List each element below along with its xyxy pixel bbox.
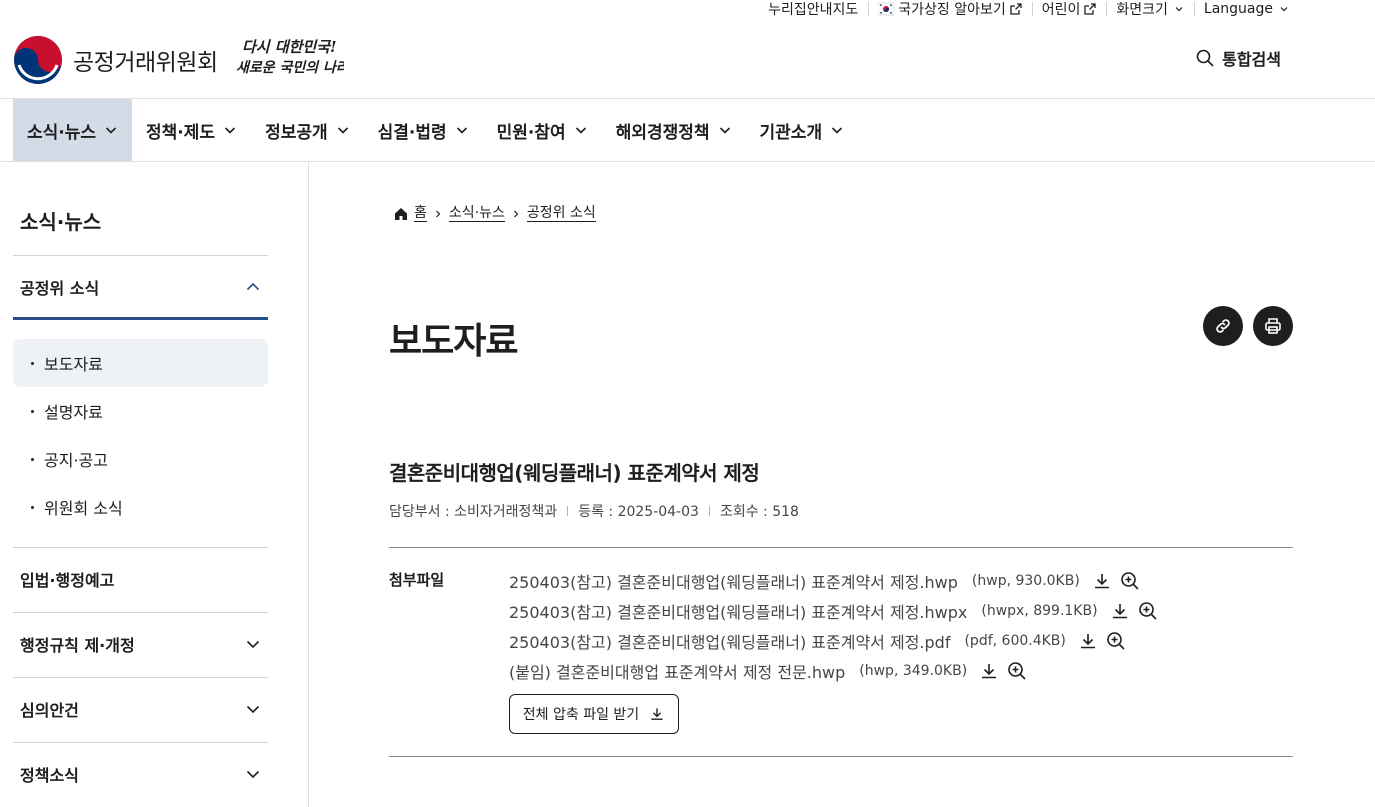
- sidebar-sub-explanation[interactable]: 설명자료: [13, 387, 268, 435]
- article-meta: 담당부서 : 소비자거래정책과 등록 : 2025-04-03 조회수 : 51…: [389, 501, 799, 521]
- sidebar-section-policy-news[interactable]: 정책소식: [13, 742, 268, 806]
- gnb-item-disclosure[interactable]: 정보공개: [251, 99, 364, 161]
- external-link-icon: [1010, 3, 1022, 15]
- search-icon: [1196, 49, 1214, 67]
- preview-zoom-icon[interactable]: [1120, 571, 1140, 591]
- link-icon: [1216, 319, 1230, 333]
- chevron-down-icon: [575, 127, 586, 134]
- article-title: 결혼준비대행업(웨딩플래너) 표준계약서 제정: [389, 461, 760, 485]
- article-department: 담당부서 : 소비자거래정책과: [389, 504, 558, 520]
- printer-icon: [1265, 318, 1281, 334]
- sidebar-title: 소식·뉴스: [20, 210, 102, 234]
- attachment-filename[interactable]: 250403(참고) 결혼준비대행업(웨딩플래너) 표준계약서 제정.hwpx: [509, 599, 967, 623]
- chevron-right-icon: [435, 210, 441, 217]
- chevron-up-icon: [246, 282, 260, 290]
- print-button[interactable]: [1253, 306, 1293, 346]
- national-symbols-link[interactable]: 국가상징 알아보기: [868, 0, 1032, 18]
- chevron-down-icon: [337, 127, 348, 134]
- external-link-icon: [1084, 3, 1097, 15]
- attachment-filename[interactable]: (붙임) 결혼준비대행업 표준계약서 제정 전문.hwp: [509, 659, 845, 683]
- preview-zoom-icon[interactable]: [1138, 601, 1158, 621]
- chevron-down-icon: [105, 127, 117, 134]
- screen-size-dropdown[interactable]: 화면크기: [1106, 0, 1194, 18]
- copy-link-button[interactable]: [1203, 306, 1243, 346]
- gnb-item-overseas-policy[interactable]: 해외경쟁정책: [602, 99, 746, 161]
- preview-zoom-icon[interactable]: [1106, 631, 1126, 651]
- slogan-calligraphy: 다시 대한민국! 새로운 국민의 나라: [236, 38, 344, 76]
- chevron-down-icon: [832, 127, 843, 134]
- article-views: 조회수 : 518: [719, 504, 799, 520]
- download-icon[interactable]: [1078, 631, 1098, 651]
- attachment-info: (hwp, 349.0KB): [859, 663, 968, 679]
- chevron-right-icon: [513, 210, 519, 217]
- korean-flag-icon: [878, 2, 895, 16]
- chevron-down-icon: [246, 770, 260, 779]
- attachment-list: 250403(참고) 결혼준비대행업(웨딩플래너) 표준계약서 제정.hwp (…: [509, 566, 1158, 686]
- chevron-down-icon: [246, 640, 260, 649]
- site-logo[interactable]: 공정거래위원회: [13, 35, 218, 85]
- gnb-item-civil-participation[interactable]: 민원·참여: [483, 99, 602, 161]
- chevron-down-icon: [719, 127, 730, 134]
- download-all-zip-button[interactable]: 전체 압축 파일 받기: [509, 694, 679, 734]
- taegeuk-emblem-icon: [14, 36, 62, 84]
- breadcrumb: 홈 소식·뉴스 공정위 소식: [394, 205, 596, 222]
- sidebar-sub-committee-news[interactable]: 위원회 소식: [13, 483, 268, 531]
- gnb-item-decisions-laws[interactable]: 심결·법령: [364, 99, 483, 161]
- chevron-down-icon: [456, 127, 467, 134]
- attachment-row: 250403(참고) 결혼준비대행업(웨딩플래너) 표준계약서 제정.hwpx …: [509, 596, 1158, 626]
- article-date: 등록 : 2025-04-03: [578, 504, 699, 520]
- svg-text:새로운 국민의 나라: 새로운 국민의 나라: [236, 60, 344, 76]
- attachment-filename[interactable]: 250403(참고) 결혼준비대행업(웨딩플래너) 표준계약서 제정.hwp: [509, 569, 958, 593]
- sidebar-section-fair-trade-news[interactable]: 공정위 소식: [13, 256, 268, 320]
- gnb-item-policy[interactable]: 정책·제도: [132, 99, 251, 161]
- kids-link[interactable]: 어린이: [1031, 0, 1107, 18]
- attachment-info: (hwpx, 899.1KB): [981, 603, 1098, 619]
- download-icon[interactable]: [1092, 571, 1112, 591]
- attachment-row: 250403(참고) 결혼준비대행업(웨딩플래너) 표준계약서 제정.hwp (…: [509, 566, 1158, 596]
- main-navigation: 소식·뉴스 정책·제도 정보공개 심결·법령 민원·참여 해외경쟁정책 기관소개: [0, 98, 1375, 162]
- sidebar-sub-notices[interactable]: 공지·공고: [13, 435, 268, 483]
- preview-zoom-icon[interactable]: [1007, 661, 1027, 681]
- sidebar: 소식·뉴스 공정위 소식 보도자료 설명자료 공지·공고 위원회 소식 입법·행…: [0, 162, 309, 807]
- chevron-down-icon: [224, 127, 236, 134]
- sidebar-sub-press-release[interactable]: 보도자료: [13, 339, 268, 387]
- sidebar-section-admin-rules[interactable]: 행정규칙 제·개정: [13, 612, 268, 676]
- download-icon[interactable]: [979, 661, 999, 681]
- org-name: 공정거래위원회: [73, 50, 218, 76]
- attachment-info: (hwp, 930.0KB): [971, 573, 1080, 589]
- divider: [389, 756, 1293, 757]
- breadcrumb-fair-trade-news[interactable]: 공정위 소식: [526, 205, 596, 222]
- breadcrumb-home[interactable]: 홈: [414, 205, 427, 222]
- attachment-filename[interactable]: 250403(참고) 결혼준비대행업(웨딩플래너) 표준계약서 제정.pdf: [509, 629, 950, 653]
- attachments-label: 첨부파일: [389, 571, 445, 589]
- integrated-search-button[interactable]: 통합검색: [1196, 46, 1281, 70]
- attachment-info: (pdf, 600.4KB): [964, 633, 1066, 649]
- gnb-item-news[interactable]: 소식·뉴스: [13, 99, 133, 161]
- attachment-row: (붙임) 결혼준비대행업 표준계약서 제정 전문.hwp (hwp, 349.0…: [509, 656, 1158, 686]
- sitemap-link[interactable]: 누리집안내지도: [758, 0, 868, 18]
- gnb-item-about[interactable]: 기관소개: [746, 99, 859, 161]
- page-title: 보도자료: [389, 321, 518, 362]
- attachment-row: 250403(참고) 결혼준비대행업(웨딩플래너) 표준계약서 제정.pdf (…: [509, 626, 1158, 656]
- divider: [708, 506, 710, 516]
- utility-bar: 누리집안내지도 국가상징 알아보기 어린이 화면크기 Language: [758, 0, 1289, 18]
- language-dropdown[interactable]: Language: [1193, 0, 1289, 18]
- svg-text:다시 대한민국!: 다시 대한민국!: [242, 38, 337, 56]
- download-icon[interactable]: [1110, 601, 1130, 621]
- chevron-down-icon: [1175, 7, 1183, 12]
- sidebar-section-legislation-notice[interactable]: 입법·행정예고: [13, 547, 268, 611]
- divider: [389, 547, 1293, 548]
- divider: [567, 506, 569, 516]
- home-icon: [395, 207, 407, 220]
- gnb-list: 소식·뉴스 정책·제도 정보공개 심결·법령 민원·참여 해외경쟁정책 기관소개: [13, 99, 1375, 161]
- chevron-down-icon: [1280, 7, 1288, 12]
- sidebar-section-agenda[interactable]: 심의안건: [13, 677, 268, 741]
- chevron-down-icon: [246, 705, 260, 714]
- breadcrumb-news[interactable]: 소식·뉴스: [448, 205, 505, 222]
- download-icon: [651, 708, 663, 720]
